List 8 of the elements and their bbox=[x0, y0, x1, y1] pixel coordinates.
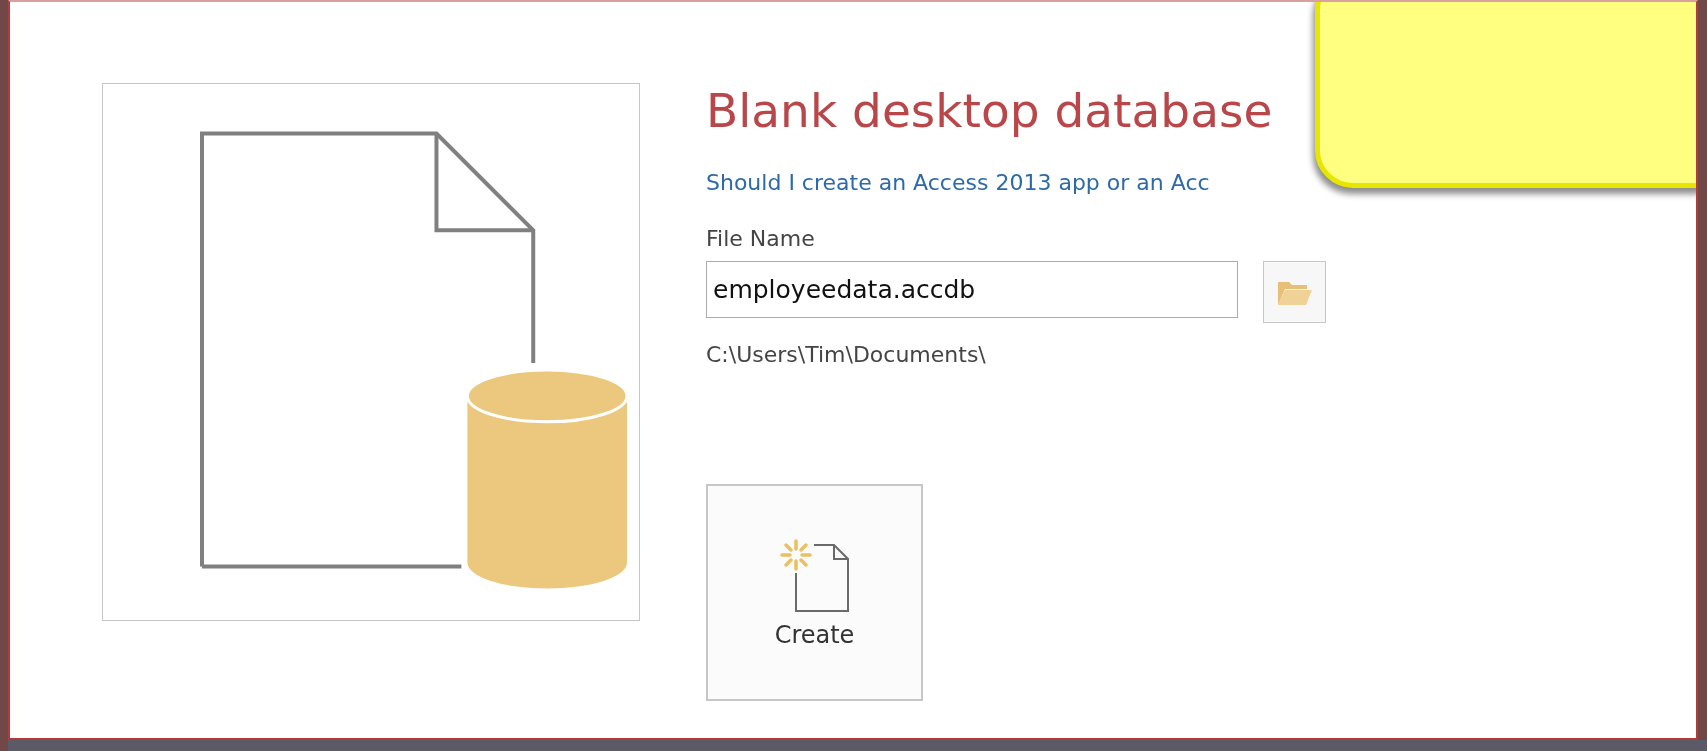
field-label: File Name bbox=[706, 225, 815, 253]
create-button[interactable]: Create bbox=[706, 484, 923, 701]
folder-path: C:\Users\Tim\Documents\ bbox=[706, 341, 986, 369]
browse-button[interactable] bbox=[1263, 261, 1326, 323]
dialog-title: Blank desktop database bbox=[706, 82, 1273, 140]
help-link[interactable]: Should I create an Access 2013 app or an Acc bbox=[706, 169, 1210, 197]
new-file-icon bbox=[779, 536, 850, 613]
file-name-field[interactable]: employeedata.accdb bbox=[706, 261, 1238, 318]
